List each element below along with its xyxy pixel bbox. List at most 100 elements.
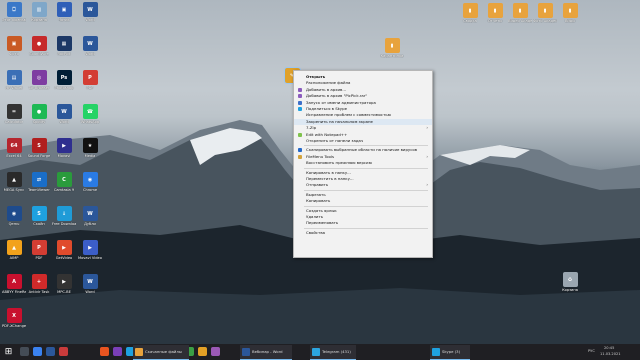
taskbar-window-button[interactable]: Скачанные файлы [133,345,189,360]
menu-item[interactable]: Переместить в папку... [294,176,432,182]
desktop-shortcut[interactable]: W Word [78,274,102,294]
app-icon: = [6,104,22,119]
desktop-shortcut[interactable]: 64 Excel 64 [2,138,26,158]
taskbar-window-button[interactable]: Telegram (431) [310,345,356,360]
desktop-shortcut[interactable]: ▶ MPC-BE [52,274,76,294]
taskbar-app-icon[interactable] [20,347,29,356]
desktop-shortcut[interactable]: ▲ MEGA Sync [2,172,26,192]
menu-item[interactable]: Копировать в папку... [294,170,432,176]
desktop-shortcut[interactable]: ◎ Tor Browser [27,70,51,90]
desktop-shortcut[interactable]: S Sound Forge [27,138,51,158]
tray-time[interactable]: 20:45 [604,346,614,351]
desktop-shortcut[interactable]: ● SoundWire [27,36,51,56]
menu-item[interactable]: Свойства [294,230,432,236]
taskbar-app-icon[interactable] [46,347,55,356]
desktop-shortcut[interactable]: ▣ Фото [2,36,26,56]
desktop-shortcut[interactable]: W Дубли [78,206,102,226]
desktop-shortcut[interactable]: W Word [78,2,102,22]
folder-shortcut[interactable]: ▮Фото Академия [533,3,557,23]
menu-item[interactable]: Добавить в архив... [294,87,432,93]
taskbar-app-icon[interactable] [113,347,122,356]
menu-item[interactable]: Создать ярлык [294,208,432,214]
menu-item[interactable]: Edit with Notepad++ [294,132,432,138]
desktop-shortcut[interactable]: W Word [78,36,102,56]
desktop-shortcut-label: Word [59,120,69,124]
desktop-shortcut[interactable]: ▶Movavi Video Suite 21 [78,240,102,260]
desktop-shortcut[interactable]: C Camtasia 9 [52,172,76,192]
menu-item[interactable]: Запуск от имени администратора [294,100,432,106]
tray-language[interactable]: РУС [588,349,595,354]
folder-label: Фото Академия [533,19,557,23]
menu-item[interactable]: Исправление проблем с совместимостью [294,112,432,118]
desktop-shortcut[interactable]: P PDF [78,70,102,90]
desktop-shortcut[interactable]: ● Spotify [27,104,51,124]
recycle-bin-icon-right[interactable]: ♻ Корзина [558,272,582,292]
menu-item[interactable]: 7-Zip › [294,125,432,131]
menu-item[interactable]: Удалить [294,214,432,220]
menu-item-label: Закрепить на начальном экране [306,118,373,124]
folder-shortcut[interactable]: ▮ Сводка [458,3,482,23]
desktop-shortcut-label: Excel 64 [6,154,22,158]
desktop-shortcut[interactable]: S Скайп [27,206,51,226]
menu-item[interactable]: Отправить › [294,182,432,188]
desktop-shortcut[interactable]: ▲ AIMP [2,240,26,260]
menu-item[interactable]: FileMenu Tools › [294,154,432,160]
folder-icon: ▮ [512,3,528,18]
menu-item-label: Открыть [306,74,326,79]
menu-item[interactable]: Восстановить прежнюю версию [294,160,432,166]
taskbar-window-button[interactable]: Вебинар - Word [240,345,292,360]
menu-item-icon [298,100,302,105]
desktop-shortcut[interactable]: ◉ Qemu [2,206,26,226]
desktop-shortcut[interactable]: ★ Media [78,138,102,158]
taskbar-app-icon[interactable] [59,347,68,356]
menu-item[interactable]: Закрепить на начальном экране [294,118,432,125]
folder-shortcut[interactable]: ▮ Отчёты [483,3,507,23]
menu-item[interactable]: Переименовать [294,220,432,226]
menu-item-label: Исправление проблем с совместимостью [306,112,391,118]
menu-item[interactable]: Открепить от панели задач [294,138,432,144]
desktop-shortcut[interactable]: ⇄ TeamViewer [27,172,51,192]
desktop-shortcut[interactable]: = Calculator [2,104,26,124]
menu-item[interactable]: Сканировать выбранные области на наличие… [294,147,432,153]
folder-icon-karantinka[interactable]: ▮ Карантинка [380,38,404,58]
menu-item[interactable]: Расположение файла [294,80,432,86]
start-button[interactable]: ⊞ [3,346,14,358]
menu-item-label: Edit with Notepad++ [306,131,348,137]
menu-item-label: Запуск от имени администратора [306,99,376,105]
desktop-shortcut[interactable]: ⎕Этот компьютер [2,2,26,22]
menu-separator [304,145,428,147]
folder-shortcut[interactable]: ▮Видео Академия [508,3,532,23]
desktop-shortcut[interactable]: P PDF [27,240,51,260]
menu-item[interactable]: Копировать [294,198,432,204]
menu-item-icon [298,87,302,92]
taskbar-app-icon[interactable] [211,347,220,356]
tray-date[interactable]: 11.03.2021 [600,352,621,357]
desktop-shortcut[interactable]: W Word [52,104,76,124]
desktop-shortcut[interactable]: AABBYY FineReader [2,274,26,294]
desktop-shortcut[interactable]: ☎ WhatsApp [78,104,102,124]
menu-item[interactable]: Вырезать [294,192,432,198]
menu-item[interactable]: Добавить в архив "PicPick.rar" [294,93,432,99]
taskbar-app-icon[interactable] [33,347,42,356]
desktop-shortcut[interactable]: X PDF-XChange [2,308,26,328]
desktop-shortcut[interactable]: ▶ Movavi [52,138,76,158]
taskbar-app-icon[interactable] [198,347,207,356]
desktop-shortcut[interactable]: ▶ GetVideo [52,240,76,260]
desktop-shortcut[interactable]: ▥ Корзина [27,2,51,22]
desktop-shortcut[interactable]: ▦ RocPict [52,36,76,56]
desktop-shortcut[interactable]: Ps Photoshop [52,70,76,90]
desktop-shortcut-label: PDF [86,86,94,90]
desktop-shortcut[interactable]: ↓ Free Download [52,206,76,226]
desktop-shortcut[interactable]: ◉ Chrome [78,172,102,192]
menu-item[interactable]: Открыть [294,74,432,80]
desktop-shortcut[interactable]: ▤ HP Wallet [2,70,26,90]
desktop-shortcut[interactable]: + Antivir Task [27,274,51,294]
folder-shortcut[interactable]: ▮ Виды [558,3,582,23]
taskbar-window-button[interactable]: Skype (3) [430,345,470,360]
desktop-shortcut[interactable]: ▣ Чатик [52,2,76,22]
menu-item-label: Удалить [306,214,324,219]
folder-icon: ▮ [384,38,400,53]
desktop-shortcut-label: Free Download [52,222,76,226]
taskbar-app-icon[interactable] [100,347,109,356]
menu-item[interactable]: Поделиться в Skype [294,106,432,112]
